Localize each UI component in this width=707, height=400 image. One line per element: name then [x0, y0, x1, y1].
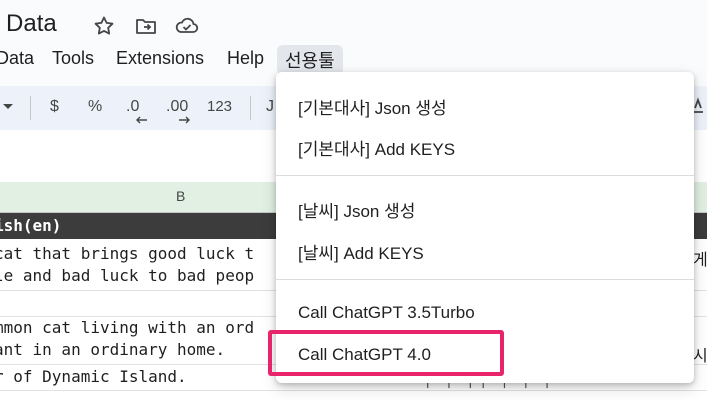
decrease-decimal-button[interactable]: .0 — [126, 98, 147, 124]
decrease-decimal-label: .0 — [126, 98, 140, 115]
right-cell-fragment: 게 — [693, 252, 707, 269]
document-title[interactable]: e Data — [0, 10, 57, 38]
menu-item-basic-add-keys[interactable]: [기본대사] Add KEYS — [298, 135, 455, 160]
menu-item-weather-json[interactable]: [날씨] Json 생성 — [298, 197, 415, 222]
menu-bar: Data Tools Extensions Help 선용툴 — [0, 44, 707, 75]
highlight-annotation-box — [268, 330, 504, 376]
menu-custom-tools[interactable]: 선용툴 — [277, 45, 343, 75]
cell-text-line[interactable]: le and bad luck to bad peop — [0, 266, 254, 285]
menu-item-basic-json[interactable]: [기본대사] Json 생성 — [298, 94, 447, 119]
title-bar: e Data — [0, 0, 707, 48]
right-cell-fragment: 시 — [693, 348, 707, 365]
menu-extensions[interactable]: Extensions — [116, 48, 204, 69]
row-divider — [0, 390, 707, 391]
menu-divider — [276, 279, 694, 280]
dropdown-arrow-icon[interactable] — [2, 96, 14, 121]
menu-item-chatgpt-35[interactable]: Call ChatGPT 3.5Turbo — [298, 303, 475, 323]
star-icon[interactable] — [92, 14, 116, 38]
menu-data[interactable]: Data — [0, 48, 34, 69]
cell-text-line[interactable]: r of Dynamic Island. — [0, 367, 187, 386]
font-family-select[interactable]: J — [266, 98, 274, 116]
toolbar-divider — [30, 96, 31, 120]
currency-format-button[interactable]: $ — [50, 98, 59, 116]
cell-text-line[interactable]: ant in an ordinary home. — [0, 340, 225, 359]
spreadsheet-window: e Data Data Tools Extensions Help 선용툴 $ … — [0, 0, 707, 400]
header-cell-english[interactable]: ish(en) — [0, 216, 61, 235]
move-to-folder-icon[interactable] — [134, 14, 158, 38]
menu-help[interactable]: Help — [227, 48, 264, 69]
increase-decimal-button[interactable]: .00 — [166, 98, 190, 124]
number-format-button[interactable]: 123 — [207, 98, 232, 115]
column-header-b[interactable]: B — [176, 188, 185, 204]
menu-item-weather-add-keys[interactable]: [날씨] Add KEYS — [298, 239, 424, 264]
menu-tools[interactable]: Tools — [52, 48, 94, 69]
increase-decimal-label: .00 — [166, 98, 189, 115]
cell-text-line[interactable]: cat that brings good luck t — [0, 244, 254, 263]
menu-divider — [276, 175, 694, 176]
cloud-saved-icon[interactable] — [174, 14, 199, 38]
percent-format-button[interactable]: % — [88, 98, 102, 116]
cell-text-line[interactable]: mmon cat living with an ord — [0, 318, 254, 337]
toolbar-divider — [250, 96, 251, 120]
